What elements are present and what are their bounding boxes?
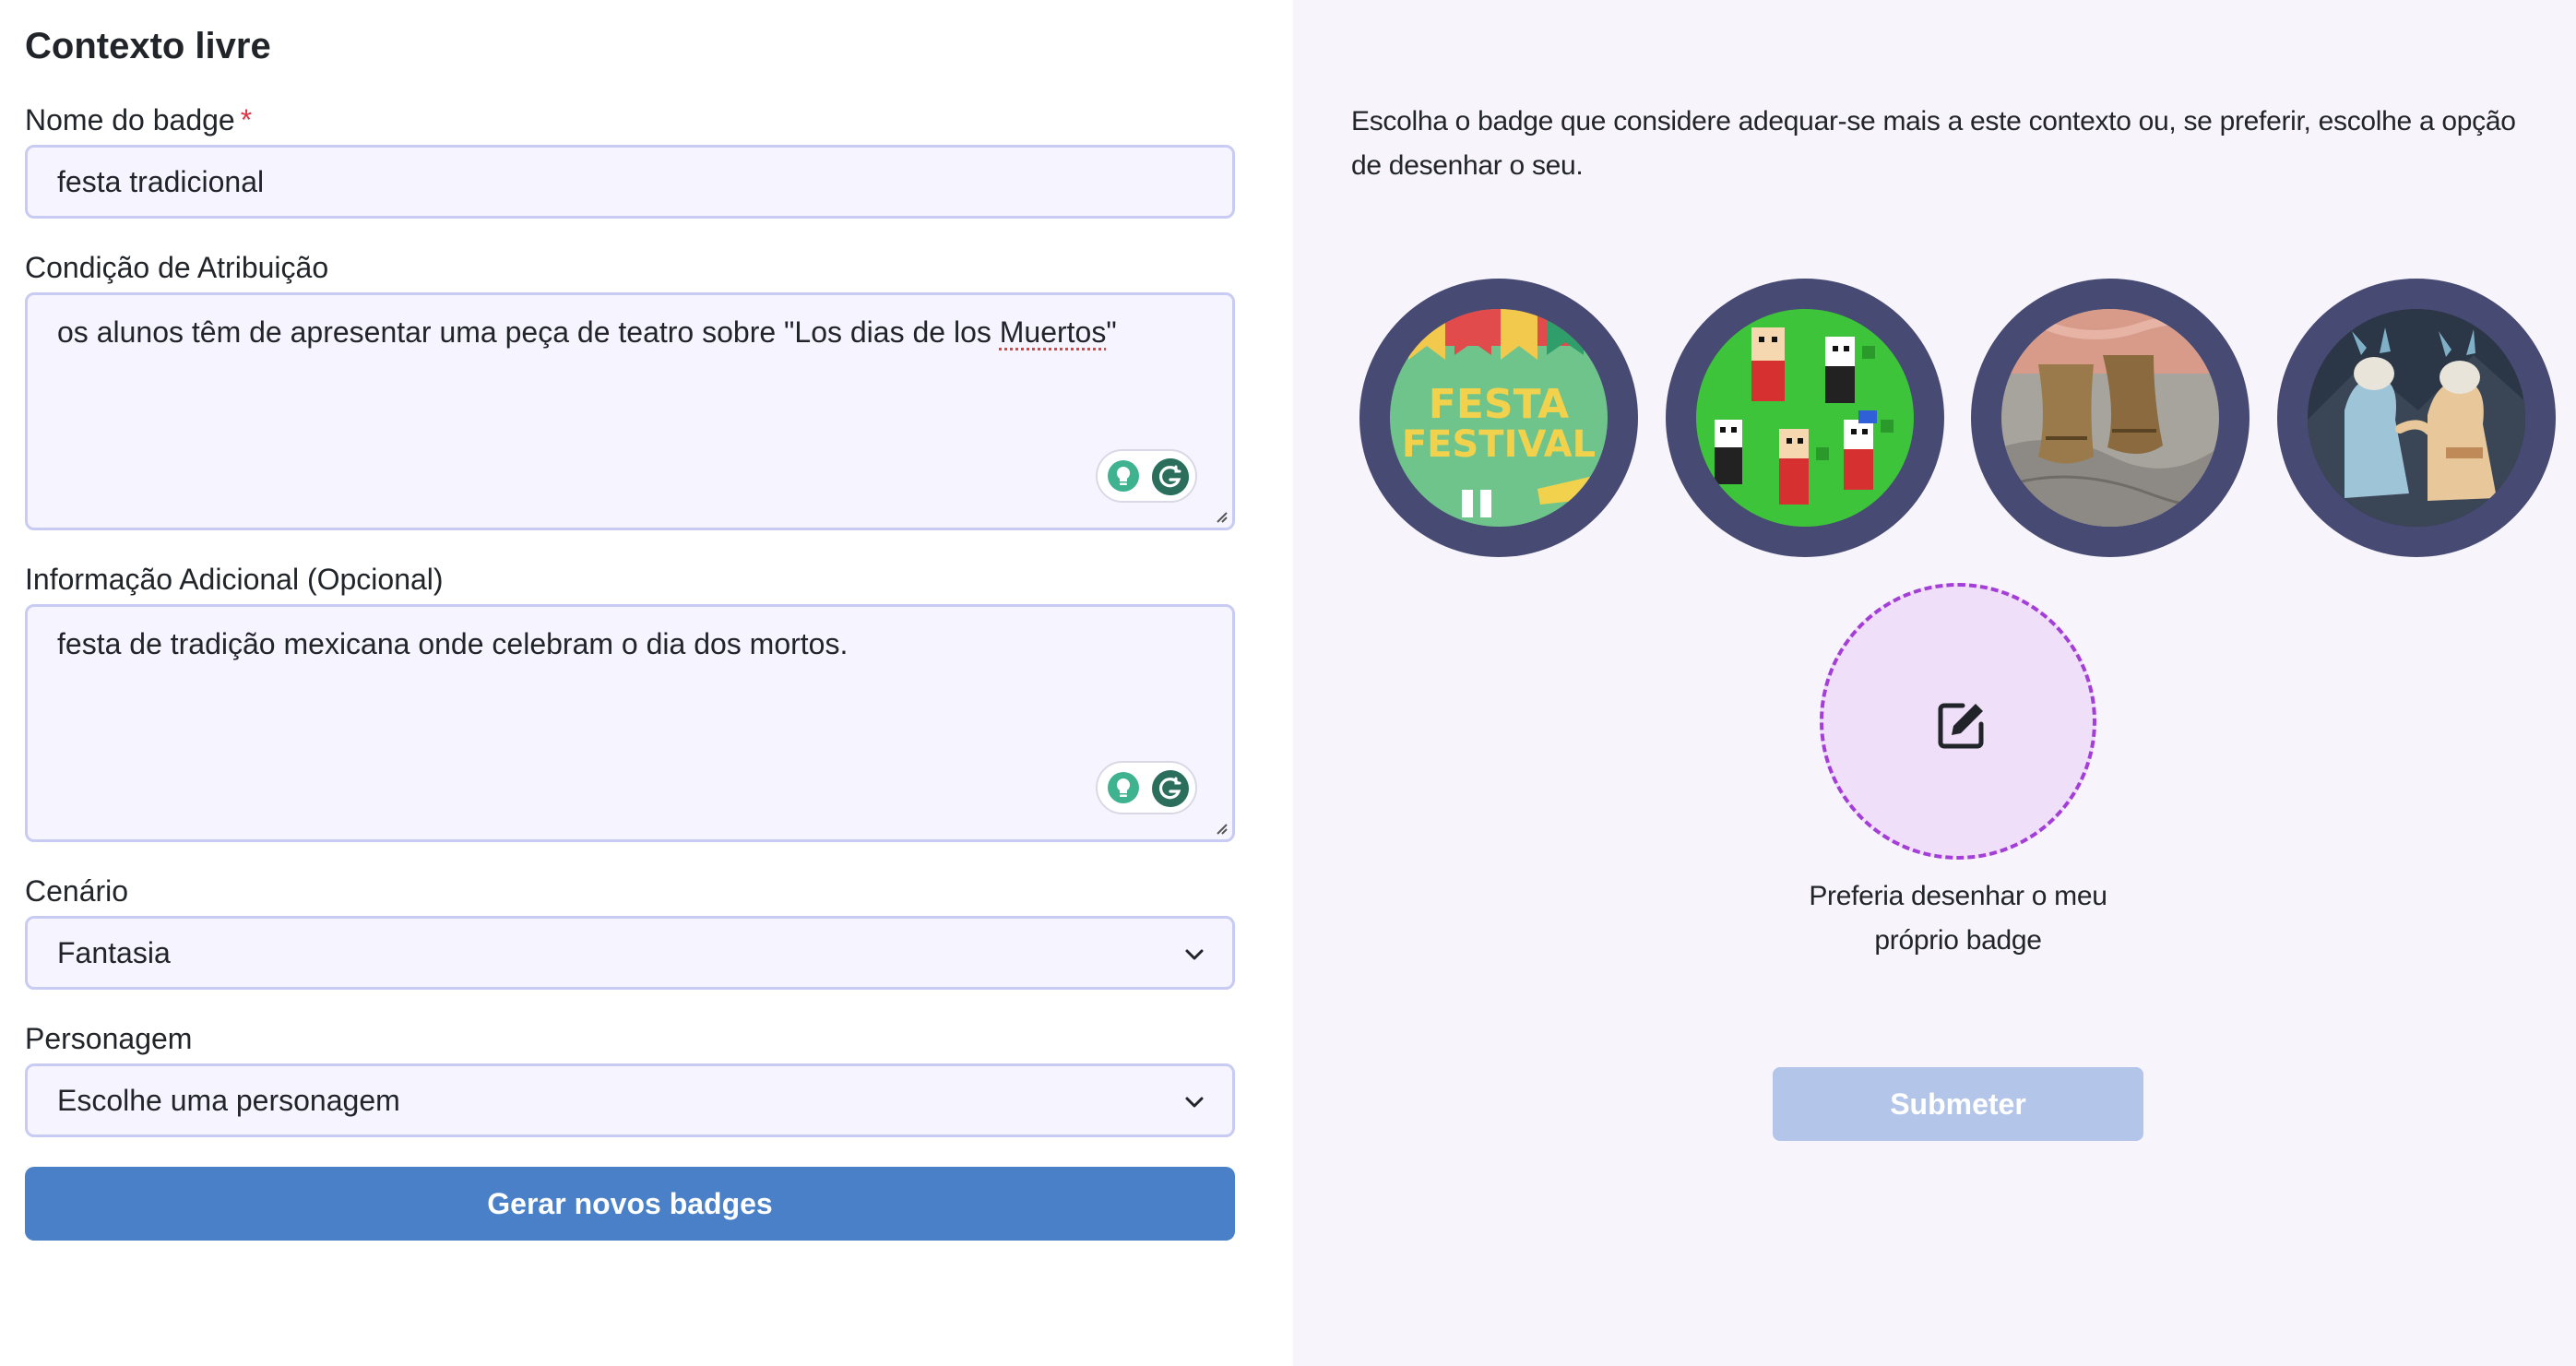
scenario-label: Cenário	[25, 874, 129, 908]
lightbulb-icon[interactable]	[1107, 771, 1140, 804]
grammarly-widget[interactable]	[1096, 761, 1197, 814]
badge-image	[1696, 309, 1914, 527]
condition-text: os alunos têm de apresentar uma peça de …	[57, 315, 1000, 349]
badge-name-input[interactable]: festa tradicional	[25, 145, 1235, 219]
generate-badges-button[interactable]: Gerar novos badges	[25, 1167, 1235, 1241]
badge-option-festa-festival[interactable]: FESTA FESTIVAL	[1359, 279, 1638, 557]
form-panel: Contexto livre Nome do badge * festa trad…	[0, 0, 1293, 1366]
chevron-down-icon	[1185, 1097, 1204, 1108]
required-mark: *	[240, 103, 253, 137]
badges-intro-text: Escolha o badge que considere adequar-se…	[1351, 106, 2516, 181]
spelling-flagged-word[interactable]: Muertos	[1000, 315, 1107, 349]
lightbulb-icon[interactable]	[1107, 459, 1140, 493]
svg-text:FESTA: FESTA	[1429, 381, 1569, 428]
badge-image	[2308, 309, 2525, 527]
draw-own-badge-label: Preferia desenhar o meu próprio badge	[1809, 881, 2107, 956]
badges-panel: Escolha o badge que considere adequar-se…	[1293, 0, 2576, 1366]
badge-name-label: Nome do badge *	[25, 103, 252, 137]
condition-label: Condição de Atribuição	[25, 251, 329, 284]
badge-option-illustrated-figures[interactable]	[2277, 279, 2556, 557]
badge-option-pixel-characters[interactable]	[1666, 279, 1944, 557]
chevron-down-icon	[1185, 949, 1204, 960]
page-title: Contexto livre	[25, 26, 271, 66]
extra-info-label: Informação Adicional (Opcional)	[25, 563, 444, 596]
badge-image: FESTA FESTIVAL	[1390, 309, 1608, 527]
extra-info-text: festa de tradição mexicana onde celebram…	[57, 627, 849, 660]
condition-text-end: "	[1106, 315, 1117, 349]
badge-image	[2001, 309, 2219, 527]
condition-textarea[interactable]: os alunos têm de apresentar uma peça de …	[25, 292, 1235, 530]
svg-text:FESTIVAL: FESTIVAL	[1402, 423, 1596, 466]
grammarly-icon[interactable]	[1151, 769, 1190, 808]
submit-button[interactable]: Submeter	[1773, 1067, 2143, 1141]
badge-name-value: festa tradicional	[57, 165, 265, 198]
character-selected-value: Escolhe uma personagem	[57, 1084, 400, 1117]
badge-name-label-text: Nome do badge	[25, 103, 235, 137]
grammarly-icon[interactable]	[1151, 457, 1190, 496]
scenario-selected-value: Fantasia	[57, 936, 171, 969]
resize-handle-icon[interactable]	[1212, 507, 1229, 524]
grammarly-widget[interactable]	[1096, 449, 1197, 503]
badge-option-wooden-feet[interactable]	[1971, 279, 2250, 557]
character-label: Personagem	[25, 1022, 193, 1055]
scenario-select[interactable]: Fantasia	[25, 916, 1235, 990]
draw-own-badge-option[interactable]	[1820, 583, 2096, 860]
edit-icon	[1938, 703, 1984, 749]
character-select[interactable]: Escolhe uma personagem	[25, 1063, 1235, 1137]
extra-info-textarea[interactable]: festa de tradição mexicana onde celebram…	[25, 604, 1235, 842]
resize-handle-icon[interactable]	[1212, 819, 1229, 836]
